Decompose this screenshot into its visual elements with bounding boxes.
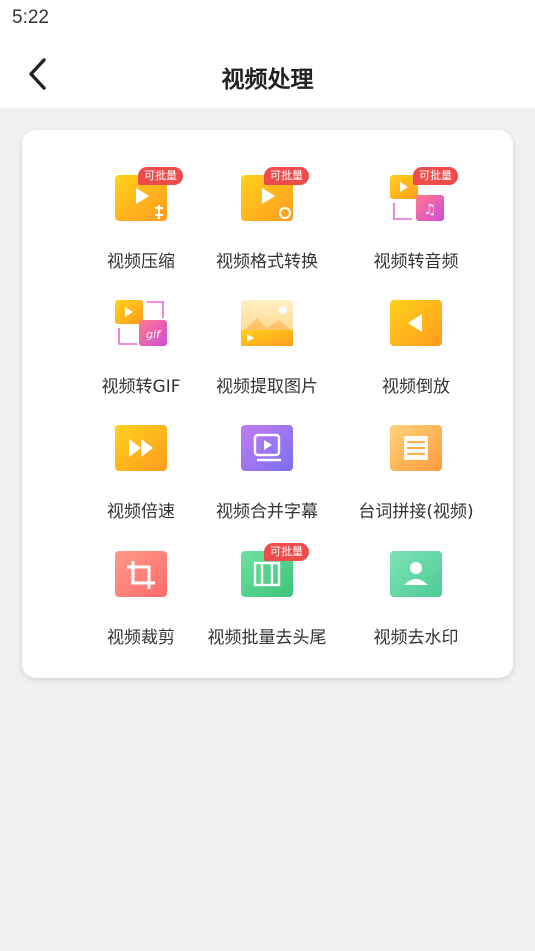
video-extract-image-icon xyxy=(227,300,307,360)
tool-video-format-convert[interactable]: 可批量 视频格式转换 xyxy=(192,167,342,285)
header-bar: 视频处理 xyxy=(0,40,535,108)
batch-badge: 可批量 xyxy=(264,167,309,185)
status-time: 5:22 xyxy=(12,7,49,28)
tool-label: 视频倒放 xyxy=(382,377,450,397)
video-to-gif-icon: gif xyxy=(101,300,181,360)
svg-text:♫: ♫ xyxy=(424,202,437,218)
tool-label: 视频转音频 xyxy=(373,252,459,272)
tool-label: 视频批量去头尾 xyxy=(207,628,327,648)
video-format-convert-icon: 可批量 xyxy=(227,167,309,235)
video-crop-icon xyxy=(101,551,181,611)
batch-badge: 可批量 xyxy=(264,543,309,561)
video-batch-trim-icon: 可批量 xyxy=(227,543,309,611)
tool-video-reverse[interactable]: 视频倒放 xyxy=(341,300,491,410)
page-title: 视频处理 xyxy=(221,67,314,93)
tool-label: 视频提取图片 xyxy=(216,377,318,397)
svg-text:gif: gif xyxy=(146,328,162,341)
tool-lines-stitch[interactable]: 台词拼接(视频) xyxy=(341,425,491,535)
batch-badge: 可批量 xyxy=(138,167,183,185)
video-merge-subtitle-icon xyxy=(227,425,307,485)
batch-badge: 可批量 xyxy=(413,167,458,185)
tool-label: 视频去水印 xyxy=(373,628,459,648)
lines-stitch-icon xyxy=(376,425,456,485)
tool-video-extract-image[interactable]: 视频提取图片 xyxy=(192,300,342,410)
tool-video-to-audio[interactable]: ♫ 可批量 视频转音频 xyxy=(341,167,491,285)
tool-video-merge-subtitle[interactable]: 视频合并字幕 xyxy=(192,425,342,535)
video-remove-watermark-icon xyxy=(376,551,456,611)
status-bar: 5:22 xyxy=(0,0,535,40)
video-reverse-icon xyxy=(376,300,456,360)
tool-label: 视频合并字幕 xyxy=(216,502,318,522)
tools-card: 可批量 视频压缩 可批量 视频格式转换 ♫ 可批量 视频转音频 gif 视频转G… xyxy=(22,130,513,678)
video-speed-icon xyxy=(101,425,181,485)
tool-label: 视频格式转换 xyxy=(216,252,318,272)
tool-label: 台词拼接(视频) xyxy=(358,502,474,522)
video-compress-icon: 可批量 xyxy=(101,167,183,235)
tool-video-batch-trim[interactable]: 可批量 视频批量去头尾 xyxy=(192,543,342,661)
tool-video-remove-watermark[interactable]: 视频去水印 xyxy=(341,551,491,661)
video-to-audio-icon: ♫ 可批量 xyxy=(376,167,458,235)
